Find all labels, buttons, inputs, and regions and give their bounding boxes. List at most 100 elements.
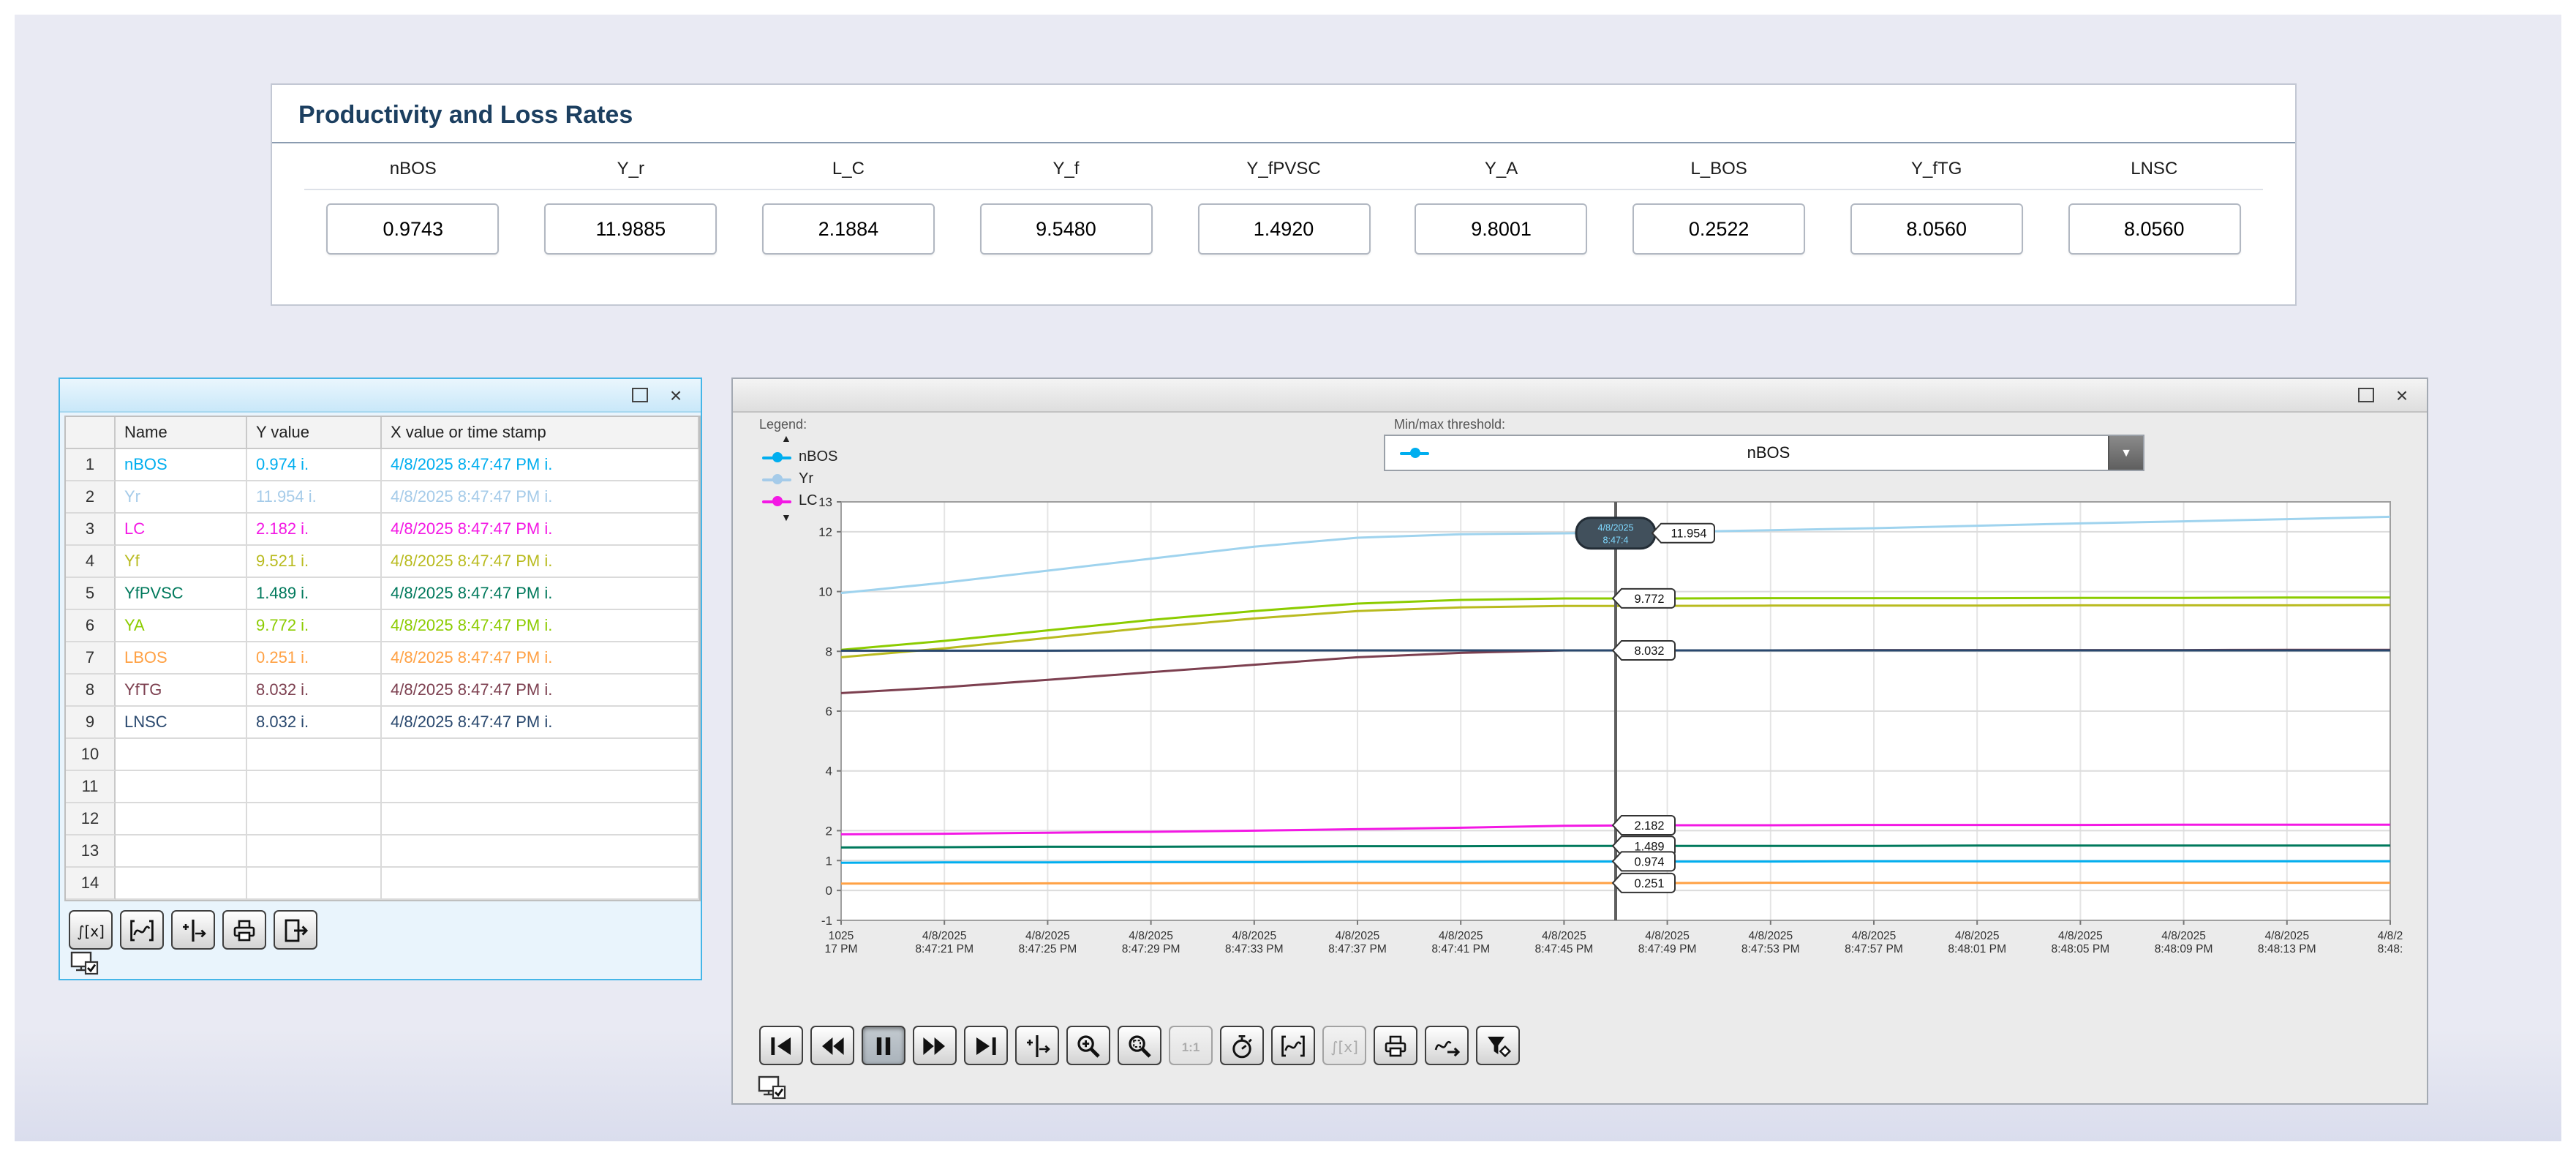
row-y-value: 0.974 i. (247, 449, 382, 481)
value-field-Y_f[interactable]: 9.5480 (979, 203, 1152, 255)
svg-text:8:47:45 PM: 8:47:45 PM (1535, 943, 1594, 955)
table-row[interactable]: 11 (66, 771, 699, 803)
svg-text:4: 4 (826, 765, 832, 778)
chart-window-titlebar[interactable]: × (733, 379, 2427, 413)
table-row[interactable]: 5YfPVSC1.489 i.4/8/2025 8:47:47 PM i. (66, 578, 699, 610)
print-button[interactable] (1374, 1026, 1417, 1065)
time-range-button[interactable] (1220, 1026, 1264, 1065)
value-table: NameY valueX value or time stamp 1nBOS0.… (64, 416, 701, 901)
svg-text:8:47:33 PM: 8:47:33 PM (1225, 943, 1284, 955)
table-row[interactable]: 14 (66, 868, 699, 900)
maximize-button[interactable] (2354, 383, 2377, 407)
zoom-area-button[interactable] (1118, 1026, 1161, 1065)
ruler-button[interactable] (171, 910, 215, 950)
table-row[interactable]: 3LC2.182 i.4/8/2025 8:47:47 PM i. (66, 514, 699, 546)
legend-scroll-up-icon[interactable]: ▲ (781, 433, 837, 446)
one-to-one-icon: 1:1 (1176, 1031, 1205, 1060)
ruler-button[interactable] (1015, 1026, 1059, 1065)
export-curve-icon (1432, 1031, 1461, 1060)
value-field-LNSC[interactable]: 8.0560 (2068, 203, 2240, 255)
value-field-L_BOS[interactable]: 0.2522 (1632, 203, 1805, 255)
first-record-button[interactable] (759, 1026, 803, 1065)
statistics-icon: ∫[x] (76, 915, 105, 944)
panel-title: Productivity and Loss Rates (272, 85, 2295, 143)
value-field-L_C[interactable]: 2.1884 (762, 203, 935, 255)
table-row[interactable]: 7LBOS0.251 i.4/8/2025 8:47:47 PM i. (66, 642, 699, 675)
table-row[interactable]: 12 (66, 803, 699, 835)
row-name (116, 868, 247, 900)
export-data-button[interactable] (274, 910, 317, 950)
svg-text:9.772: 9.772 (1634, 593, 1664, 606)
svg-text:11.954: 11.954 (1671, 527, 1707, 541)
svg-text:4/8/2025: 4/8/2025 (1232, 930, 1276, 942)
next-record-button[interactable] (913, 1026, 957, 1065)
table-row[interactable]: 4Yf9.521 i.4/8/2025 8:47:47 PM i. (66, 546, 699, 578)
svg-text:8:47:25 PM: 8:47:25 PM (1019, 943, 1077, 955)
table-row[interactable]: 9LNSC8.032 i.4/8/2025 8:47:47 PM i. (66, 707, 699, 739)
statistics-area-button[interactable]: ∫[x] (69, 910, 113, 950)
filter-button[interactable] (1476, 1026, 1520, 1065)
statistics-icon: ∫[x] (1330, 1031, 1359, 1060)
field-cell: 11.9885 (522, 203, 740, 255)
row-number: 13 (66, 835, 116, 868)
row-timestamp (382, 739, 699, 771)
close-button[interactable]: × (2390, 383, 2414, 407)
table-row[interactable]: 1nBOS0.974 i.4/8/2025 8:47:47 PM i. (66, 449, 699, 481)
svg-text:4/8/2025: 4/8/2025 (1645, 930, 1690, 942)
legend-label: Legend: (759, 417, 807, 432)
table-row[interactable]: 6YA9.772 i.4/8/2025 8:47:47 PM i. (66, 610, 699, 642)
row-number: 4 (66, 546, 116, 578)
row-y-value: 9.521 i. (247, 546, 382, 578)
print-button[interactable] (222, 910, 266, 950)
trend-icon (1278, 1031, 1308, 1060)
legend-item-Yr[interactable]: Yr (762, 468, 837, 490)
row-name (116, 803, 247, 835)
monitor-check-icon (758, 1075, 787, 1100)
row-y-value (247, 835, 382, 868)
row-name: Yr (116, 481, 247, 514)
chart-toolbar: 1:1 ∫[x] (759, 1026, 1520, 1065)
trend-plot[interactable]: 131210864210-1102517 PM4/8/20258:47:21 P… (777, 490, 2408, 973)
row-timestamp (382, 835, 699, 868)
value-field-Y_fPVSC[interactable]: 1.4920 (1197, 203, 1370, 255)
row-y-value (247, 803, 382, 835)
value-field-Y_A[interactable]: 9.8001 (1415, 203, 1588, 255)
table-row[interactable]: 8YfTG8.032 i.4/8/2025 8:47:47 PM i. (66, 675, 699, 707)
svg-text:17 PM: 17 PM (824, 943, 857, 955)
row-number: 5 (66, 578, 116, 610)
export-trend-button[interactable] (1425, 1026, 1469, 1065)
svg-text:∫[x]: ∫[x] (77, 922, 105, 939)
zoom-in-button[interactable] (1066, 1026, 1110, 1065)
close-button[interactable]: × (664, 383, 688, 407)
svg-text:4/8/2025: 4/8/2025 (1748, 930, 1793, 942)
table-row[interactable]: 2Yr11.954 i.4/8/2025 8:47:47 PM i. (66, 481, 699, 514)
trend-view-button[interactable] (120, 910, 164, 950)
svg-text:8:47:4: 8:47:4 (1603, 536, 1628, 546)
legend-item-nBOS[interactable]: nBOS (762, 446, 837, 468)
field-cell: 1.4920 (1175, 203, 1393, 255)
pause-button[interactable] (862, 1026, 905, 1065)
svg-text:4/8/2025: 4/8/2025 (2058, 930, 2103, 942)
maximize-icon (631, 388, 647, 402)
svg-text:4/8/2025: 4/8/2025 (922, 930, 967, 942)
maximize-button[interactable] (628, 383, 651, 407)
dropdown-arrow-button[interactable]: ▼ (2108, 436, 2143, 470)
series-marker-icon (762, 473, 791, 486)
row-number: 6 (66, 610, 116, 642)
svg-text:4/8/2025: 4/8/2025 (1542, 930, 1586, 942)
select-trends-button[interactable] (1271, 1026, 1315, 1065)
table-row[interactable]: 13 (66, 835, 699, 868)
value-field-nBOS[interactable]: 0.9743 (327, 203, 500, 255)
column-header: Y value (247, 417, 382, 449)
value-field-Y_fTG[interactable]: 8.0560 (1850, 203, 2023, 255)
previous-record-button[interactable] (810, 1026, 854, 1065)
minmax-threshold-select[interactable]: nBOS ▼ (1384, 435, 2144, 471)
svg-text:8:48:01 PM: 8:48:01 PM (1948, 943, 2006, 955)
row-name: LBOS (116, 642, 247, 675)
table-window-titlebar[interactable]: × (60, 379, 701, 413)
value-field-Y_r[interactable]: 11.9885 (544, 203, 717, 255)
table-row[interactable]: 10 (66, 739, 699, 771)
row-y-value: 2.182 i. (247, 514, 382, 546)
last-record-button[interactable] (964, 1026, 1008, 1065)
ruler-icon (178, 915, 208, 944)
